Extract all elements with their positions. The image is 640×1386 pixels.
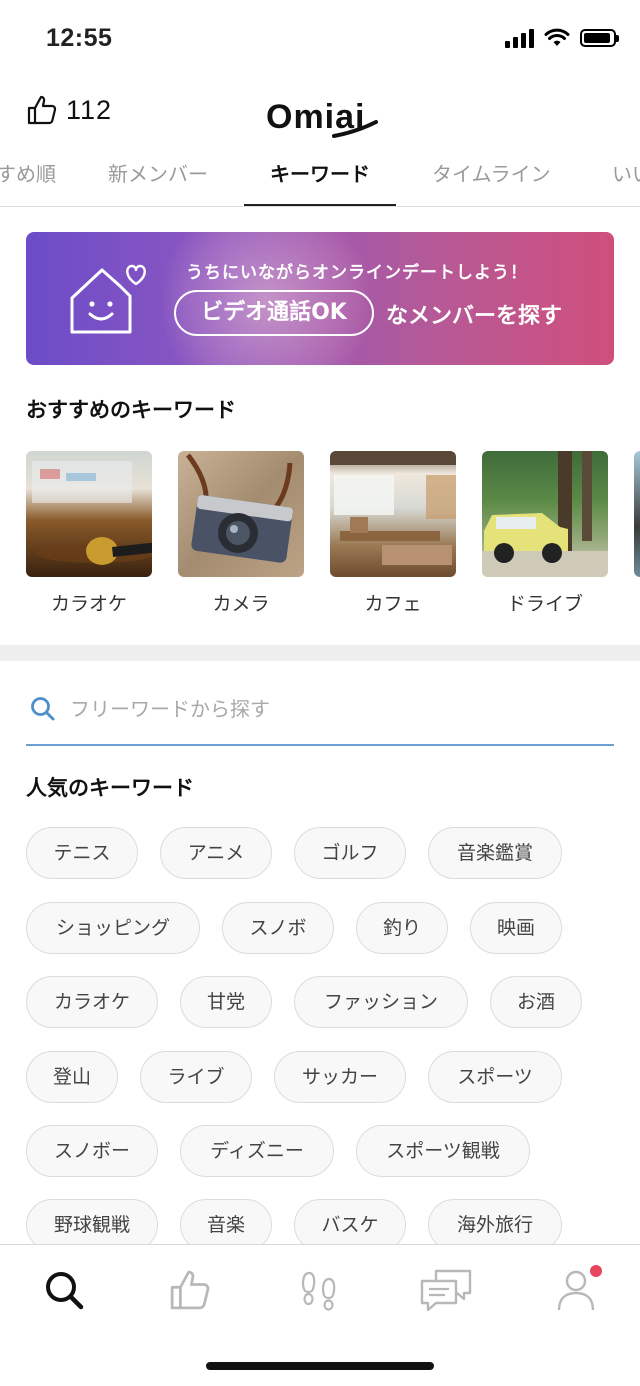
tab-bar: すめ順 新メンバー キーワード タイムライン いい	[0, 150, 640, 207]
cafe-photo	[330, 451, 456, 577]
next-keyword-photo	[634, 451, 640, 577]
nav-search[interactable]	[34, 1265, 94, 1315]
nav-likes[interactable]	[160, 1265, 220, 1315]
keyword-chip[interactable]: 登山	[26, 1051, 118, 1103]
keyword-chip[interactable]: ショッピング	[26, 902, 200, 954]
tab-new-members[interactable]: 新メンバー	[108, 150, 208, 206]
section-divider	[0, 645, 640, 661]
search-icon	[46, 1272, 84, 1310]
keyword-chip[interactable]: 映画	[470, 902, 562, 954]
keyword-chip[interactable]: ライブ	[140, 1051, 252, 1103]
karaoke-photo	[26, 451, 152, 577]
thumbs-up-icon	[170, 1270, 210, 1310]
keyword-search	[26, 684, 614, 746]
home-heart-icon	[70, 264, 146, 334]
video-call-ok-pill: ビデオ通話OK	[174, 290, 374, 336]
likes-counter[interactable]: 112	[26, 94, 112, 126]
keyword-card-camera[interactable]: カメラ	[178, 451, 304, 616]
keyword-chip[interactable]: アニメ	[160, 827, 272, 879]
keyword-card-cafe[interactable]: カフェ	[330, 451, 456, 616]
banner-subtext: なメンバーを探す	[386, 304, 563, 329]
video-call-banner[interactable]: うちにいながらオンラインデートしよう！ ビデオ通話OK なメンバーを探す	[26, 232, 614, 365]
search-icon	[31, 697, 55, 721]
keyword-chip[interactable]: テニス	[26, 827, 138, 879]
notification-badge	[590, 1265, 602, 1277]
home-indicator	[206, 1362, 434, 1370]
battery-icon	[580, 29, 619, 47]
recommended-keywords-title: おすすめのキーワード	[26, 398, 236, 422]
recommended-keyword-list: カラオケ カメラ カフェ ドライブ	[26, 451, 640, 621]
messages-icon	[420, 1269, 472, 1312]
drive-photo	[482, 451, 608, 577]
status-bar: 12:55	[0, 0, 640, 80]
thumbs-up-icon	[27, 95, 57, 125]
camera-photo	[178, 451, 304, 577]
keyword-chip[interactable]: ゴルフ	[294, 827, 406, 879]
keyword-chip[interactable]: スノボー	[26, 1125, 158, 1177]
keyword-chip[interactable]: ディズニー	[180, 1125, 334, 1177]
nav-profile[interactable]	[546, 1265, 606, 1315]
footprints-icon	[301, 1271, 336, 1311]
search-input[interactable]	[68, 688, 592, 730]
keyword-card-label: カメラ	[212, 593, 270, 615]
cellular-signal-icon	[505, 28, 534, 48]
keyword-chip[interactable]: スポーツ観戦	[356, 1125, 530, 1177]
omiai-logo: Omiai	[266, 98, 378, 138]
keyword-chip[interactable]: カラオケ	[26, 976, 158, 1028]
wifi-icon	[544, 28, 570, 46]
tab-recommended[interactable]: すめ順	[0, 150, 56, 206]
keyword-chip[interactable]: お酒	[490, 976, 582, 1028]
likes-count: 112	[66, 94, 113, 125]
status-time: 12:55	[46, 24, 113, 52]
keyword-chip[interactable]: 釣り	[356, 902, 448, 954]
keyword-card-label: ドライブ	[506, 593, 583, 615]
keyword-chip[interactable]: スポーツ	[428, 1051, 562, 1103]
nav-messages[interactable]	[416, 1265, 476, 1315]
keyword-card-label: カラオケ	[50, 593, 127, 615]
keyword-chip[interactable]: 音楽鑑賞	[428, 827, 562, 879]
keyword-chip[interactable]: サッカー	[274, 1051, 406, 1103]
nav-footprints[interactable]	[290, 1265, 350, 1315]
keyword-chip[interactable]: ファッション	[294, 976, 468, 1028]
keyword-chip[interactable]: スノボ	[222, 902, 334, 954]
keyword-card-next[interactable]	[634, 451, 640, 577]
keyword-chip[interactable]: 甘党	[180, 976, 272, 1028]
banner-headline: うちにいながらオンラインデートしよう！	[186, 263, 528, 283]
popular-keywords-title: 人気のキーワード	[26, 776, 194, 800]
keyword-card-label: カフェ	[364, 593, 422, 615]
keyword-card-karaoke[interactable]: カラオケ	[26, 451, 152, 616]
profile-icon	[557, 1270, 595, 1311]
tab-likes[interactable]: いい	[612, 150, 640, 206]
keyword-card-drive[interactable]: ドライブ	[482, 451, 608, 616]
tab-timeline[interactable]: タイムライン	[432, 150, 551, 206]
status-icons	[505, 28, 619, 48]
tab-keywords[interactable]: キーワード	[244, 150, 396, 206]
